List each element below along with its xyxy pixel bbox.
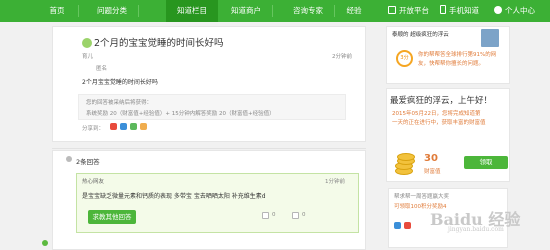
personal-center-link[interactable]: 个人中心: [494, 0, 535, 22]
divider: [52, 148, 366, 149]
asker-name[interactable]: 匿名: [96, 64, 107, 72]
phone-icon: [440, 5, 446, 14]
user-desc-2: 友，快帮帮你擅长的问题。: [418, 61, 485, 67]
reward-hint: 您的回答被采纳后将获得：: [86, 100, 153, 106]
vote-down-count: 0: [302, 212, 306, 218]
thumbs-up-icon[interactable]: [262, 212, 269, 219]
wechat-share-icon[interactable]: [130, 123, 137, 130]
answer-time: 1分钟前: [325, 179, 345, 185]
vote-up-count: 0: [272, 212, 276, 218]
user-desc-1: 你的帮帮答全球排行第91%的网: [418, 52, 497, 58]
nav-expert[interactable]: 咨询专家: [282, 0, 334, 22]
share-label: 分享到：: [82, 126, 105, 132]
answers-section-icon: [66, 156, 72, 162]
question-category[interactable]: 育儿: [82, 52, 93, 60]
nav-experience[interactable]: 经验: [338, 0, 370, 22]
watermark-url: jingyan.baidu.com: [448, 226, 504, 233]
promo-icon-1[interactable]: [394, 222, 401, 229]
mobile-link[interactable]: 手机知道: [440, 0, 479, 22]
top-nav: 首页 问题分类 知道栏目 知道商户 咨询专家 经验 开放平台 手机知道 个人中心: [0, 0, 550, 22]
user-title: 泰顺的 超级疯狂的浮云: [392, 32, 449, 38]
question-time: 2分钟前: [332, 54, 352, 60]
nav-category[interactable]: 问题分类: [86, 0, 138, 22]
user-icon: [494, 6, 502, 14]
reward-value: 30: [424, 153, 438, 164]
open-platform-link[interactable]: 开放平台: [388, 0, 429, 22]
thumbs-down-icon[interactable]: [292, 212, 299, 219]
nav-merchant[interactable]: 知道商户: [220, 0, 272, 22]
avatar[interactable]: [481, 29, 499, 47]
nav-column[interactable]: 知道栏目: [166, 0, 218, 22]
answer-text: 是宝宝缺乏微量元素和钙质的表现 多带宝 宝去晒晒太阳 补充维生素d: [82, 193, 266, 200]
open-platform-icon: [388, 6, 396, 14]
greeting-text: 最爱疯狂的浮云，上午好！: [390, 96, 493, 106]
nav-divider: [272, 5, 273, 17]
nav-divider: [138, 5, 139, 17]
qzone-share-icon[interactable]: [120, 123, 127, 130]
promo-icon-2[interactable]: [404, 222, 411, 229]
personal-label: 个人中心: [505, 6, 535, 15]
open-platform-label: 开放平台: [399, 6, 429, 15]
reward-unit: 财富值: [424, 169, 441, 175]
other-answers-button[interactable]: 求教其他回答: [88, 210, 136, 224]
nav-divider: [78, 5, 79, 17]
claim-button[interactable]: 领取: [464, 156, 508, 169]
weibo-share-icon[interactable]: [110, 123, 117, 130]
tieba-share-icon[interactable]: [140, 123, 147, 130]
question-detail: 2个月宝宝觉睡的时间长好吗: [82, 79, 158, 86]
date-line: 2015年05月22日，您将完成知道第: [392, 111, 481, 117]
answer-box: [76, 173, 359, 233]
promo-line-1[interactable]: 帮求帮一周答题赢大奖: [394, 192, 449, 200]
mobile-label: 手机知道: [449, 6, 479, 15]
feedback-icon[interactable]: [42, 240, 48, 246]
question-icon: [82, 38, 92, 48]
task-line: 一天的正在进行中，获取丰富的财富值: [392, 120, 486, 126]
level-badge: 3分: [396, 50, 413, 67]
nav-home[interactable]: 首页: [36, 0, 78, 22]
answers-count: 2条回答: [76, 158, 100, 166]
coin-icon: [393, 153, 419, 175]
reward-line: 系统奖励 20（财富值+经验值）+ 15分钟内解答奖励 20（财富值+经验值）: [86, 111, 275, 117]
answer-user[interactable]: 热心网友: [82, 177, 104, 185]
nav-divider: [334, 5, 335, 17]
question-title: 2个月的宝宝觉睡的时间长好吗: [94, 38, 224, 49]
